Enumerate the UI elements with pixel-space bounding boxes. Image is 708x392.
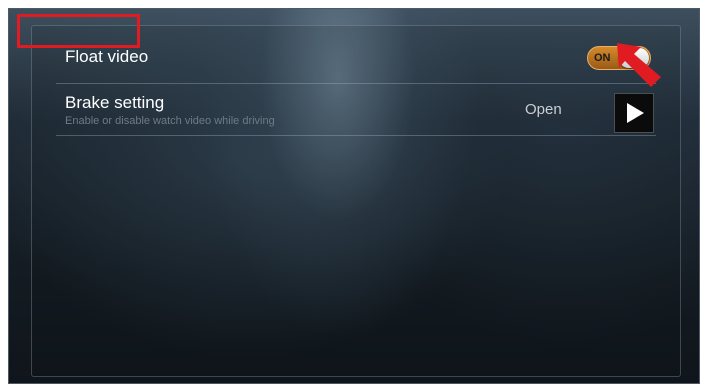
brake-setting-row[interactable]: Brake setting Enable or disable watch vi… (32, 83, 680, 134)
brake-setting-value: Open (525, 101, 562, 118)
brake-setting-description: Enable or disable watch video while driv… (65, 115, 275, 127)
float-video-label: Float video (65, 47, 149, 66)
brake-setting-open-button[interactable] (614, 93, 654, 133)
toggle-state-text: ON (594, 52, 611, 64)
play-icon (627, 103, 644, 123)
float-video-highlight-box (17, 14, 140, 48)
screen-frame: Float video ON Brake setting Enable or d… (8, 8, 700, 384)
pointer-arrow-icon (617, 43, 661, 87)
row-divider (56, 135, 656, 136)
settings-panel: Float video ON Brake setting Enable or d… (31, 25, 681, 377)
brake-setting-label: Brake setting (65, 93, 165, 112)
